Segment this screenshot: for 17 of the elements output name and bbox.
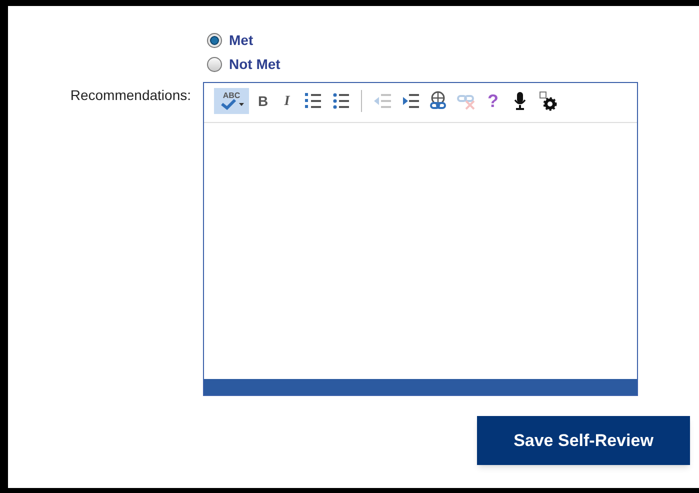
italic-button[interactable]: I <box>277 88 297 114</box>
bullet-list-icon <box>331 91 351 111</box>
rich-text-editor[interactable]: ABC B I ? <box>203 82 638 396</box>
option-label: Not Met <box>229 55 280 74</box>
radio-button[interactable] <box>207 57 222 72</box>
bold-button[interactable]: B <box>253 88 273 114</box>
radio-button[interactable] <box>207 33 222 48</box>
link-icon <box>428 91 448 111</box>
outdent-icon <box>372 91 392 111</box>
indent-icon <box>400 91 420 111</box>
help-button[interactable]: ? <box>482 88 504 114</box>
save-button[interactable]: Save Self-Review <box>477 416 690 465</box>
field-label: Recommendations: <box>69 86 192 105</box>
spellcheck-button[interactable]: ABC <box>214 88 249 114</box>
numbered-list-icon <box>303 91 323 111</box>
settings-icon <box>538 91 558 111</box>
option-label: Met <box>229 31 254 50</box>
